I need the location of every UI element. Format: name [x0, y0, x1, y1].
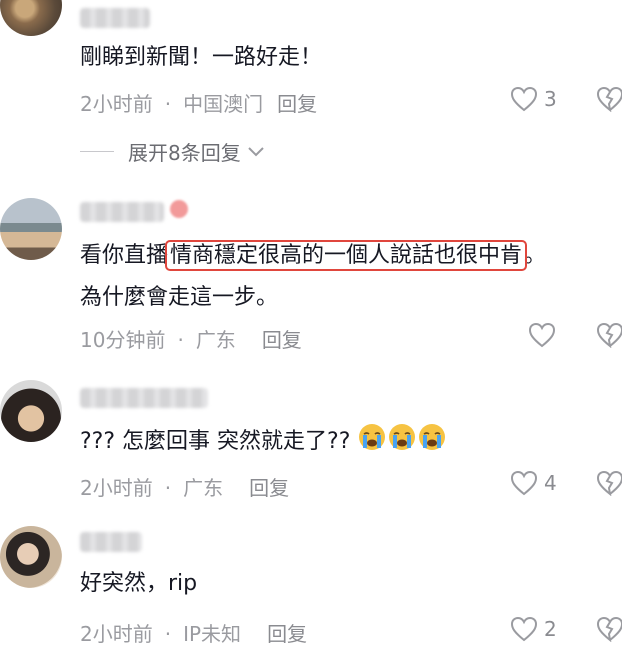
like-count: 4 [544, 471, 557, 495]
comment-meta: 10分钟前 · 广东 回复 [80, 324, 302, 353]
timestamp: 10分钟前 [80, 328, 166, 352]
comment-text: 剛睇到新聞！一路好走！ [80, 45, 323, 70]
comment-meta: 2小时前 · 中国澳门 回复 [80, 88, 317, 117]
dislike-button[interactable] [596, 322, 622, 352]
broken-heart-icon [596, 86, 622, 113]
broken-heart-icon [596, 616, 622, 643]
reply-button[interactable]: 回复 [277, 88, 317, 117]
like-button[interactable]: 3 [510, 86, 557, 112]
expand-replies-label: 展开8条回复 [128, 141, 241, 165]
username[interactable] [80, 8, 150, 28]
timestamp: 2小时前 [80, 476, 153, 500]
comment-text: 好突然，rip [80, 571, 198, 596]
dislike-button[interactable] [596, 86, 622, 116]
avatar[interactable] [0, 380, 62, 442]
crying-emoji [417, 422, 447, 462]
reply-button[interactable]: 回复 [267, 618, 307, 647]
username[interactable] [80, 388, 208, 408]
chevron-down-icon [248, 146, 264, 156]
broken-heart-icon [596, 470, 622, 497]
avatar[interactable] [0, 198, 62, 260]
comment-text: 看你直播情商穩定很高的一個人說話也很中肯。 [80, 240, 547, 271]
reply-button[interactable]: 回复 [249, 472, 289, 501]
avatar[interactable] [0, 0, 62, 36]
heart-icon [528, 322, 556, 348]
broken-heart-icon [596, 322, 622, 349]
timestamp: 2小时前 [80, 92, 153, 116]
like-count: 2 [544, 617, 557, 641]
username[interactable] [80, 532, 142, 552]
comment-meta: 2小时前 · 广东 回复 [80, 472, 289, 501]
crying-emoji [387, 422, 417, 462]
location: 中国澳门 [183, 92, 264, 116]
heart-icon [510, 616, 538, 642]
like-button[interactable] [528, 322, 556, 348]
dislike-button[interactable] [596, 470, 622, 500]
heart-icon [510, 470, 538, 496]
like-button[interactable]: 4 [510, 470, 557, 496]
username[interactable] [80, 202, 164, 222]
like-button[interactable]: 2 [510, 616, 557, 642]
location: IP未知 [183, 622, 242, 646]
reply-button[interactable]: 回复 [262, 324, 302, 353]
comment-text-line2: 為什麼會走這一步。 [80, 285, 279, 310]
divider [80, 151, 114, 152]
like-count: 3 [544, 87, 557, 111]
timestamp: 2小时前 [80, 622, 153, 646]
heart-icon [510, 86, 538, 112]
comment-meta: 2小时前 · IP未知 回复 [80, 618, 307, 647]
expand-replies[interactable]: 展开8条回复 [80, 137, 265, 166]
username-badge [170, 200, 188, 218]
avatar[interactable] [0, 526, 62, 588]
highlighted-text: 情商穩定很高的一個人說話也很中肯 [165, 240, 528, 271]
location: 广东 [195, 328, 236, 352]
location: 广东 [183, 476, 224, 500]
dislike-button[interactable] [596, 616, 622, 646]
comment-text: ??? 怎麼回事 突然就走了?? [80, 422, 447, 462]
crying-emoji [357, 422, 387, 462]
